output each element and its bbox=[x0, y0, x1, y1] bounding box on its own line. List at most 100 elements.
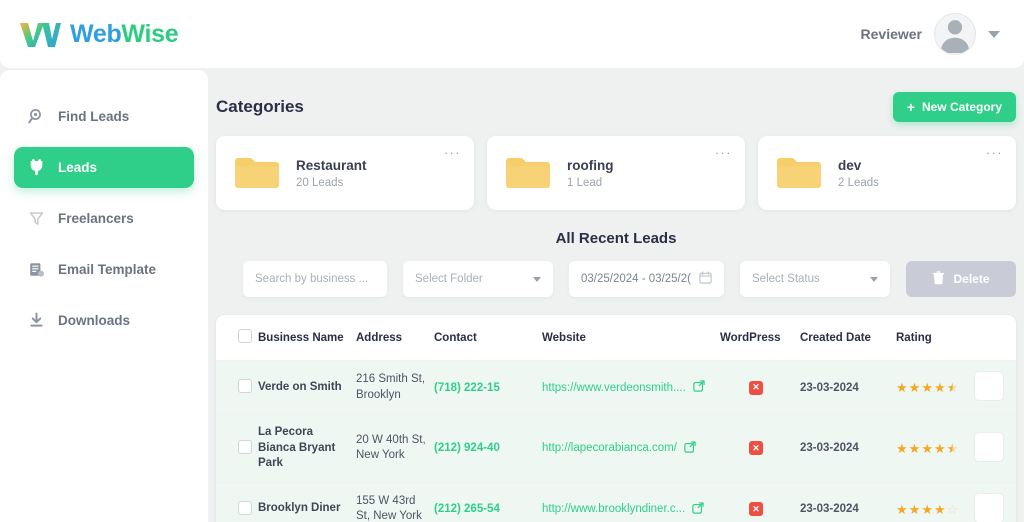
category-name: Restaurant bbox=[296, 157, 367, 173]
freelancers-icon bbox=[28, 210, 45, 227]
brand-logo[interactable]: WebWise bbox=[18, 19, 179, 49]
sidebar-item-find-leads[interactable]: Find Leads bbox=[14, 96, 194, 137]
column-wordpress[interactable]: WordPress bbox=[716, 315, 796, 361]
cell-actions bbox=[970, 482, 1016, 522]
external-link-icon[interactable] bbox=[693, 380, 705, 395]
status-select-label: Select Status bbox=[752, 273, 820, 285]
sidebar-item-label: Freelancers bbox=[58, 211, 134, 226]
cell-business-name: Brooklyn Diner bbox=[254, 482, 352, 522]
cell-wordpress: ✕ bbox=[716, 414, 796, 483]
rating-stars: ★ ★ ★ ★ ★ bbox=[896, 381, 966, 394]
cell-actions bbox=[970, 360, 1016, 415]
column-rating[interactable]: Rating bbox=[892, 315, 970, 361]
delete-button[interactable]: Delete bbox=[906, 261, 1016, 297]
search-placeholder: Search by business ... bbox=[255, 273, 369, 285]
chevron-down-icon[interactable] bbox=[988, 30, 1000, 38]
chevron-down-icon bbox=[533, 276, 541, 282]
category-card[interactable]: roofing 1 Lead ··· bbox=[487, 136, 745, 210]
category-menu-icon[interactable]: ··· bbox=[444, 146, 461, 159]
external-link-icon[interactable] bbox=[692, 501, 704, 517]
category-card[interactable]: Restaurant 20 Leads ··· bbox=[216, 136, 474, 210]
star-icon: ★ bbox=[896, 380, 908, 395]
leads-table-element: Business Name Address Contact Website Wo… bbox=[216, 315, 1016, 522]
sidebar-item-email-template[interactable]: Email Template bbox=[14, 249, 194, 290]
calendar-icon bbox=[699, 271, 712, 287]
search-input[interactable]: Search by business ... bbox=[243, 261, 387, 297]
category-menu-icon[interactable]: ··· bbox=[715, 146, 732, 159]
folder-icon bbox=[505, 155, 551, 191]
leads-table: Business Name Address Contact Website Wo… bbox=[216, 315, 1016, 522]
column-contact[interactable]: Contact bbox=[430, 315, 538, 361]
row-action-button[interactable] bbox=[974, 371, 1004, 401]
table-row[interactable]: La Pecora Bianca Bryant Park 20 W 40th S… bbox=[216, 414, 1016, 483]
rating-stars: ★ ★ ★ ★ ★ bbox=[896, 442, 966, 455]
folder-icon bbox=[234, 155, 280, 191]
brand-name: WebWise bbox=[70, 20, 179, 49]
row-select-cell bbox=[216, 414, 254, 483]
cell-created-date: 23-03-2024 bbox=[796, 414, 892, 483]
website-link[interactable]: http://www.brooklyndiner.c... bbox=[542, 503, 685, 515]
lead-filters: Search by business ... Select Folder 03/… bbox=[208, 261, 1024, 297]
row-checkbox[interactable] bbox=[238, 379, 252, 393]
cell-business-name: La Pecora Bianca Bryant Park bbox=[254, 414, 352, 483]
folder-select[interactable]: Select Folder bbox=[403, 261, 553, 297]
table-header-row: Business Name Address Contact Website Wo… bbox=[216, 315, 1016, 361]
row-checkbox[interactable] bbox=[238, 500, 252, 515]
row-checkbox[interactable] bbox=[238, 439, 252, 454]
date-range-value: 03/25/2024 - 03/25/2( bbox=[581, 273, 691, 285]
star-icon: ★ bbox=[933, 380, 946, 395]
category-card-text: Restaurant 20 Leads bbox=[296, 158, 367, 189]
column-created-date[interactable]: Created Date bbox=[796, 315, 892, 361]
cell-contact: (718) 222-15 bbox=[430, 360, 538, 415]
column-website[interactable]: Website bbox=[538, 315, 716, 361]
row-action-button[interactable] bbox=[974, 431, 1004, 462]
delete-label: Delete bbox=[953, 272, 990, 286]
cell-created-date: 23-03-2024 bbox=[796, 482, 892, 522]
external-link-icon[interactable] bbox=[684, 441, 696, 456]
star-icon: ★ bbox=[896, 440, 908, 456]
category-card-text: dev 2 Leads bbox=[838, 158, 879, 189]
main-content: Categories + New Category Restaurant 20 … bbox=[208, 70, 1024, 522]
website-link[interactable]: http://lapecorabianca.com/ bbox=[542, 442, 677, 454]
cell-actions bbox=[970, 414, 1016, 483]
avatar[interactable] bbox=[934, 13, 976, 55]
page-title: Categories bbox=[216, 97, 304, 116]
cell-website: http://lapecorabianca.com/ bbox=[538, 414, 716, 483]
cell-rating: ★ ★ ★ ★ ☆ bbox=[892, 482, 970, 522]
row-select-cell bbox=[216, 482, 254, 522]
column-business-name[interactable]: Business Name bbox=[254, 315, 352, 361]
row-action-button[interactable] bbox=[974, 492, 1004, 522]
folder-icon bbox=[776, 155, 822, 191]
website-wrapper: http://lapecorabianca.com/ bbox=[542, 441, 712, 456]
email-template-icon bbox=[28, 261, 45, 278]
category-lead-count: 20 Leads bbox=[296, 176, 344, 189]
category-card[interactable]: dev 2 Leads ··· bbox=[758, 136, 1016, 210]
sidebar-item-freelancers[interactable]: Freelancers bbox=[14, 198, 194, 239]
cell-wordpress: ✕ bbox=[716, 360, 796, 415]
date-range-input[interactable]: 03/25/2024 - 03/25/2( bbox=[569, 261, 724, 297]
category-card-text: roofing 1 Lead bbox=[567, 158, 614, 189]
user-menu[interactable]: Reviewer bbox=[861, 13, 1000, 55]
category-menu-icon[interactable]: ··· bbox=[986, 146, 1003, 159]
row-select-cell bbox=[216, 360, 254, 415]
star-icon: ★ bbox=[896, 501, 908, 517]
search-leads-icon bbox=[28, 108, 45, 125]
sidebar-item-downloads[interactable]: Downloads bbox=[14, 300, 194, 341]
leads-table-head: Business Name Address Contact Website Wo… bbox=[216, 315, 1016, 361]
star-icon: ★ bbox=[908, 380, 921, 395]
select-all-header bbox=[216, 315, 254, 361]
leads-table-body: Verde on Smith 216 Smith St, Brooklyn (7… bbox=[216, 360, 1016, 522]
star-half-icon: ★ bbox=[946, 380, 959, 395]
select-all-checkbox[interactable] bbox=[238, 329, 252, 343]
table-row[interactable]: Verde on Smith 216 Smith St, Brooklyn (7… bbox=[216, 360, 1016, 415]
website-link[interactable]: https://www.verdeonsmith.... bbox=[542, 382, 686, 394]
categories-header: Categories + New Category bbox=[208, 90, 1024, 124]
table-row[interactable]: Brooklyn Diner 155 W 43rd St, New York (… bbox=[216, 482, 1016, 522]
status-select[interactable]: Select Status bbox=[740, 261, 890, 297]
cell-address: 20 W 40th St, New York bbox=[352, 414, 430, 483]
sidebar-item-leads[interactable]: Leads bbox=[14, 147, 194, 188]
new-category-button[interactable]: + New Category bbox=[892, 92, 1016, 122]
star-icon: ★ bbox=[908, 440, 921, 456]
webwise-logo-icon bbox=[18, 19, 62, 49]
column-address[interactable]: Address bbox=[352, 315, 430, 361]
